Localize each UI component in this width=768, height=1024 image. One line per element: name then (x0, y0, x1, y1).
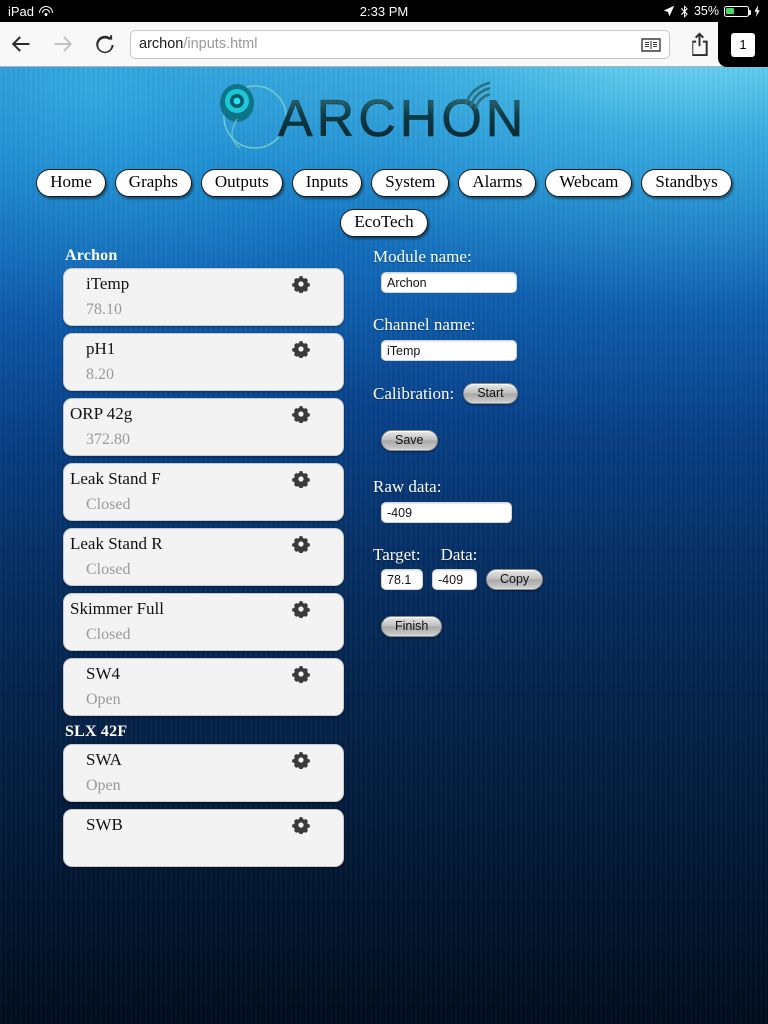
nav-item-alarms[interactable]: Alarms (458, 169, 537, 197)
channel-value: 78.10 (86, 301, 122, 318)
battery-percent-label: 35% (693, 4, 719, 18)
copy-button[interactable]: Copy (486, 569, 544, 590)
site-logo: ARCHON (0, 75, 768, 157)
battery-icon (724, 5, 752, 17)
main-navigation-row-2: EcoTech (0, 209, 768, 237)
nav-item-system[interactable]: System (371, 169, 450, 197)
forward-arrow-icon (54, 36, 73, 52)
channel-card-sw4[interactable]: SW4 Open (63, 658, 344, 716)
nav-item-ecotech[interactable]: EcoTech (340, 209, 428, 237)
raw-data-input[interactable] (381, 502, 512, 523)
target-data-input-row: Copy (381, 569, 703, 590)
channel-name: pH1 (86, 339, 116, 358)
gear-icon[interactable] (292, 340, 310, 359)
start-calibration-button[interactable]: Start (463, 383, 518, 404)
group-header-archon: Archon (65, 247, 118, 264)
nav-item-webcam[interactable]: Webcam (545, 169, 633, 197)
channel-card-skimmer-full[interactable]: Skimmer Full Closed (63, 593, 344, 651)
channel-value: Open (86, 691, 121, 708)
wifi-signal-icon (464, 81, 491, 109)
channel-card-orp-42g[interactable]: ORP 42g 372.80 (63, 398, 344, 456)
gear-icon[interactable] (292, 665, 310, 684)
channel-card-leak-stand-r[interactable]: Leak Stand R Closed (63, 528, 344, 586)
share-icon (691, 32, 708, 56)
group-header-slx-42f: SLX 42F (65, 723, 128, 740)
nav-item-outputs[interactable]: Outputs (200, 169, 283, 197)
nav-item-inputs[interactable]: Inputs (291, 169, 363, 197)
raw-data-label: Raw data: (373, 477, 442, 496)
nav-item-home[interactable]: Home (36, 169, 106, 197)
gear-icon[interactable] (292, 816, 310, 835)
channel-card-swa[interactable]: SWA Open (63, 744, 344, 802)
target-data-label-row: Target: Data: (373, 545, 703, 569)
calibration-label: Calibration: (373, 383, 455, 403)
gear-icon[interactable] (292, 405, 310, 424)
address-bar[interactable]: archon/inputs.html (130, 29, 670, 59)
channel-name-input[interactable] (381, 340, 517, 361)
target-label: Target: (373, 545, 421, 564)
back-arrow-icon (11, 36, 30, 52)
lightning-bolt-icon (754, 5, 760, 17)
url-path: /inputs.html (183, 36, 258, 52)
bluetooth-icon (680, 4, 688, 18)
target-input[interactable] (381, 569, 423, 590)
channel-card-ph1[interactable]: pH1 8.20 (63, 333, 344, 391)
calibration-row: Calibration: Start (373, 383, 703, 404)
channel-name: SWA (86, 750, 122, 769)
channel-name: iTemp (86, 274, 130, 293)
reload-button[interactable] (84, 22, 126, 67)
save-button[interactable]: Save (381, 430, 438, 451)
location-arrow-icon (663, 5, 675, 17)
channel-name: Leak Stand F (70, 469, 161, 488)
channel-name: SWB (86, 815, 123, 834)
channel-detail-form: Module name: Channel name: Calibration: … (373, 247, 703, 637)
channel-value: 8.20 (86, 366, 114, 383)
channel-card-leak-stand-f[interactable]: Leak Stand F Closed (63, 463, 344, 521)
back-button[interactable] (0, 22, 42, 67)
module-name-label: Module name: (373, 247, 472, 266)
url-host: archon (139, 36, 184, 52)
tab-count-badge: 1 (731, 32, 755, 57)
channel-value: Closed (86, 561, 131, 578)
channel-value: Open (86, 777, 121, 794)
url-text: archon/inputs.html (139, 36, 258, 52)
gear-icon[interactable] (292, 751, 310, 770)
share-button[interactable] (676, 22, 722, 67)
channel-list: Archon iTemp 78.10 pH1 8.20 ORP 42g 372.… (63, 247, 344, 874)
channel-name-label: Channel name: (373, 315, 476, 334)
channel-value: Closed (86, 626, 131, 643)
archon-web-page: ARCHON Home Graphs Outputs Inputs System… (0, 67, 768, 1024)
channel-value: 372.80 (86, 431, 130, 448)
gear-icon[interactable] (292, 535, 310, 554)
channel-value: Closed (86, 496, 131, 513)
gear-icon[interactable] (292, 600, 310, 619)
channel-name: Skimmer Full (70, 599, 164, 618)
status-bar-right: 35% (663, 0, 761, 22)
channel-name: ORP 42g (70, 404, 133, 423)
nav-item-standbys[interactable]: Standbys (641, 169, 732, 197)
ios-status-bar: iPad 2:33 PM 35% (0, 0, 768, 22)
module-name-input[interactable] (381, 272, 517, 293)
nav-item-graphs[interactable]: Graphs (114, 169, 192, 197)
channel-card-swb[interactable]: SWB (63, 809, 344, 867)
channel-card-itemp[interactable]: iTemp 78.10 (63, 268, 344, 326)
reader-book-icon[interactable] (641, 37, 661, 53)
channel-name: Leak Stand R (70, 534, 163, 553)
forward-button[interactable] (42, 22, 84, 67)
gear-icon[interactable] (292, 470, 310, 489)
channel-name: SW4 (86, 664, 120, 683)
finish-button[interactable]: Finish (381, 616, 443, 637)
gear-icon[interactable] (292, 275, 310, 294)
reload-icon (96, 35, 114, 54)
data-label: Data: (440, 545, 478, 564)
main-navigation-row-1: Home Graphs Outputs Inputs System Alarms… (0, 169, 768, 197)
ipad-safari-screenshot: iPad 2:33 PM 35% archon/inputs.html 1 AR… (0, 0, 768, 1024)
tab-count-button[interactable]: 1 (718, 22, 768, 67)
status-bar-clock: 2:33 PM (359, 3, 409, 19)
data-input[interactable] (432, 569, 477, 590)
safari-toolbar: archon/inputs.html 1 (0, 22, 768, 67)
